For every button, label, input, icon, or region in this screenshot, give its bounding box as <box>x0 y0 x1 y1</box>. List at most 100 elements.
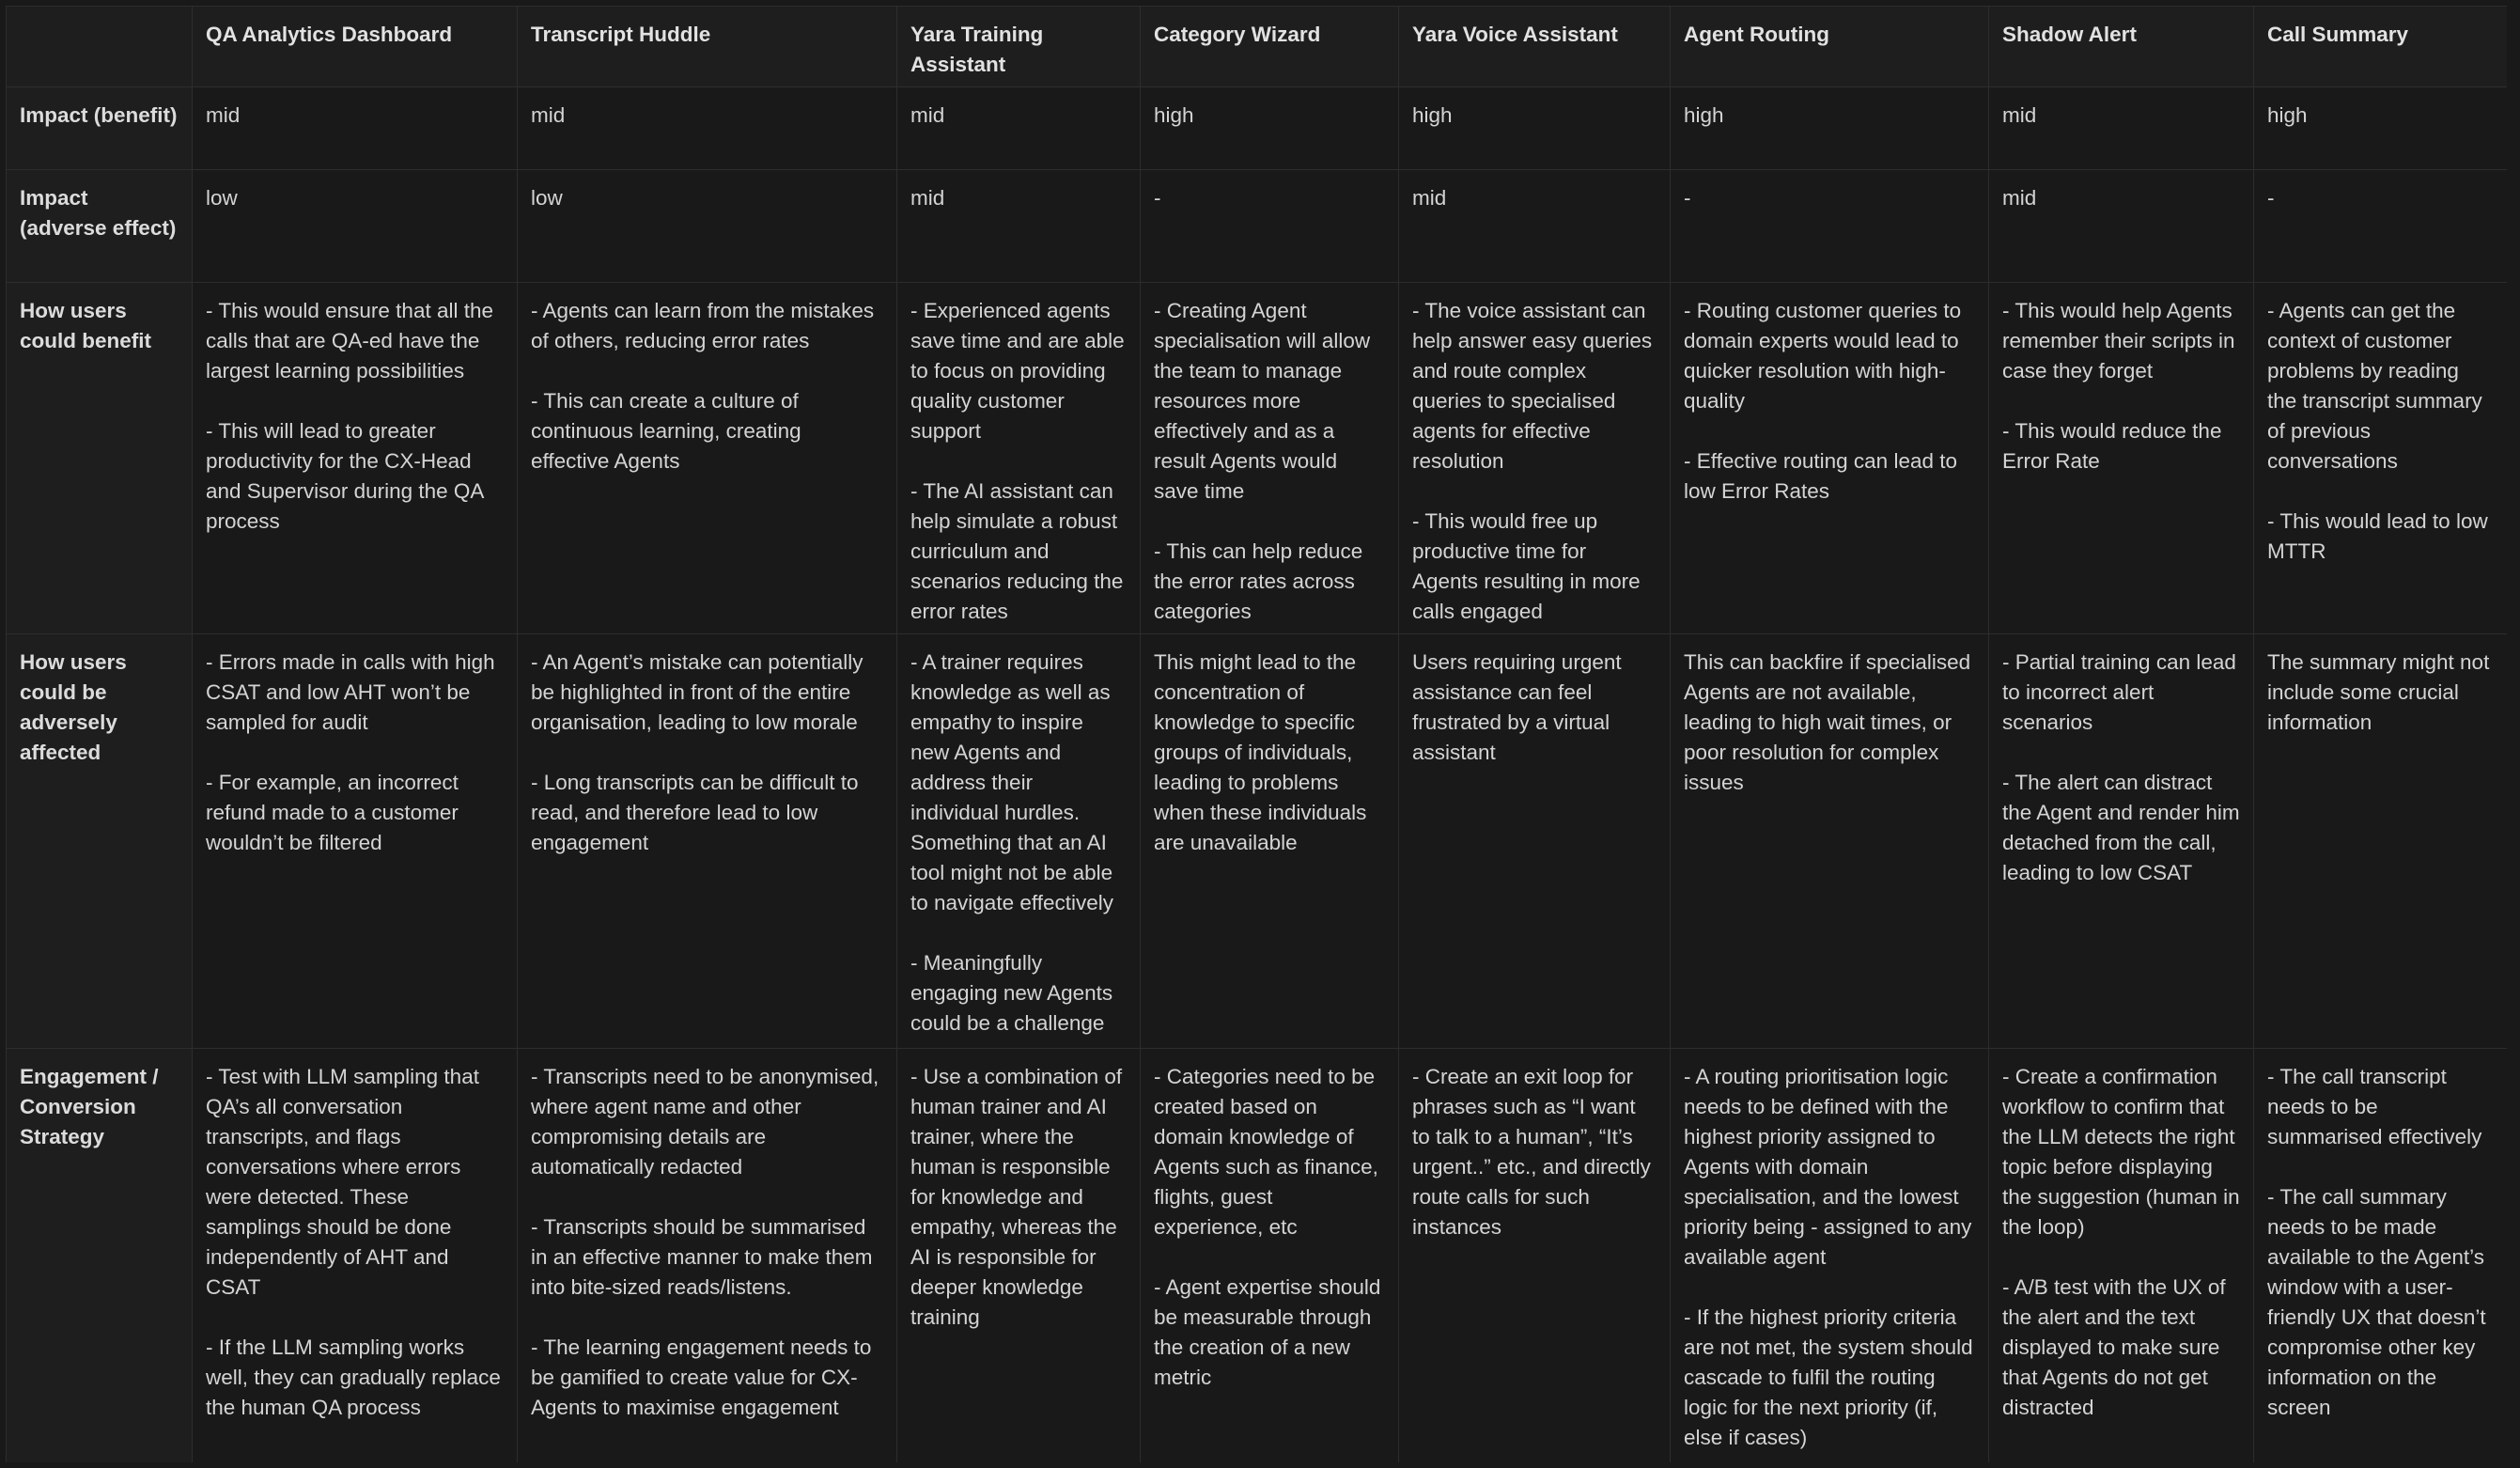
cell-paragraph: - Effective routing can lead to low Erro… <box>1684 449 1964 503</box>
header-row: QA Analytics Dashboard Transcript Huddle Y… <box>6 6 2507 87</box>
row-header: How users could benefit <box>6 282 193 634</box>
table-cell-call-summary: - <box>2253 169 2507 283</box>
table-cell-transcript-huddle: - Transcripts need to be anonymised, whe… <box>517 1048 897 1462</box>
cell-paragraph: - The AI assistant can help simulate a r… <box>910 479 1129 623</box>
cell-paragraph: - Create a confirmation workflow to conf… <box>2002 1065 2246 1239</box>
cell-paragraph: - Long transcripts can be difficult to r… <box>531 771 864 854</box>
cell-paragraph: The summary might not include some cruci… <box>2267 650 2496 734</box>
column-header-yara-voice-assistant: Yara Voice Assistant <box>1398 6 1671 87</box>
cell-paragraph: This might lead to the concentration of … <box>1154 650 1373 854</box>
cell-paragraph: - Transcripts need to be anonymised, whe… <box>531 1065 885 1179</box>
cell-paragraph: - Transcripts should be summarised in an… <box>531 1215 879 1299</box>
cell-paragraph: - This would lead to low MTTR <box>2267 509 2494 563</box>
cell-paragraph: - Agents can get the context of customer… <box>2267 299 2489 473</box>
table-cell-yara-training-assistant: - Use a combination of human trainer and… <box>896 1048 1141 1462</box>
cell-paragraph: mid <box>206 103 241 127</box>
cell-paragraph: - Categories need to be created based on… <box>1154 1065 1385 1239</box>
table-cell-yara-training-assistant: - A trainer requires knowledge as well a… <box>896 633 1141 1049</box>
cell-paragraph: - A trainer requires knowledge as well a… <box>910 650 1119 914</box>
table-cell-transcript-huddle: low <box>517 169 897 283</box>
table-cell-qa-analytics-dashboard: - This would ensure that all the calls t… <box>192 282 518 634</box>
cell-paragraph: - Agent expertise should be measurable t… <box>1154 1275 1387 1389</box>
table-cell-transcript-huddle: - Agents can learn from the mistakes of … <box>517 282 897 634</box>
table-cell-category-wizard: - <box>1140 169 1399 283</box>
cell-paragraph: mid <box>2002 186 2037 210</box>
row-header: Impact (adverse effect) <box>6 169 193 283</box>
table-cell-call-summary: - The call transcript needs to be summar… <box>2253 1048 2507 1462</box>
table-row-impact-benefit: Impact (benefit) mid mid mid high high high mid… <box>6 86 2507 170</box>
cell-paragraph: - <box>1154 186 1161 210</box>
cell-paragraph: - Partial training can lead to incorrect… <box>2002 650 2243 734</box>
cell-paragraph: low <box>531 186 563 210</box>
table-cell-call-summary: - Agents can get the context of customer… <box>2253 282 2507 634</box>
table-cell-shadow-alert: mid <box>1988 169 2254 283</box>
cell-paragraph: - The learning engagement needs to be ga… <box>531 1335 878 1419</box>
table-row-how-users-could-benefit: How users could benefit - This would ensu… <box>6 282 2507 634</box>
table-cell-call-summary: The summary might not include some cruci… <box>2253 633 2507 1049</box>
table-body: Impact (benefit) mid mid mid high high high mid… <box>6 86 2507 1462</box>
cell-paragraph: - This can help reduce the error rates a… <box>1154 539 1369 623</box>
column-header-transcript-huddle: Transcript Huddle <box>517 6 897 87</box>
column-header-call-summary: Call Summary <box>2253 6 2507 87</box>
cell-paragraph: - A routing prioritisation logic needs t… <box>1684 1065 1978 1269</box>
row-header: Impact (benefit) <box>6 86 193 170</box>
column-header-qa-analytics-dashboard: QA Analytics Dashboard <box>192 6 518 87</box>
cell-paragraph: - If the highest priority criteria are n… <box>1684 1305 1979 1449</box>
cell-paragraph: high <box>2267 103 2308 127</box>
cell-paragraph: mid <box>531 103 566 127</box>
cell-paragraph: low <box>206 186 238 210</box>
cell-paragraph: - If the LLM sampling works well, they c… <box>206 1335 507 1419</box>
table-cell-yara-voice-assistant: high <box>1398 86 1671 170</box>
table-row-engagement-conversion-strategy: Engagement / Conversion Strategy - Test w… <box>6 1048 2507 1462</box>
table-cell-transcript-huddle: mid <box>517 86 897 170</box>
table-cell-yara-training-assistant: - Experienced agents save time and are a… <box>896 282 1141 634</box>
table-cell-qa-analytics-dashboard: low <box>192 169 518 283</box>
cell-paragraph: mid <box>910 186 945 210</box>
cell-paragraph: This can backfire if specialised Agents … <box>1684 650 1976 794</box>
cell-paragraph: - For example, an incorrect refund made … <box>206 771 465 854</box>
cell-paragraph: - This would free up productive time for… <box>1412 509 1646 623</box>
table-cell-agent-routing: - A routing prioritisation logic needs t… <box>1670 1048 1989 1462</box>
cell-paragraph: mid <box>1412 186 1447 210</box>
cell-paragraph: - This would ensure that all the calls t… <box>206 299 500 383</box>
cell-paragraph: - Creating Agent specialisation will all… <box>1154 299 1377 503</box>
cell-paragraph: - The call summary needs to be made avai… <box>2267 1185 2492 1419</box>
table-cell-qa-analytics-dashboard: mid <box>192 86 518 170</box>
row-header: How users could be adversely affected <box>6 633 193 1049</box>
table-cell-agent-routing: - <box>1670 169 1989 283</box>
table-cell-agent-routing: - Routing customer queries to domain exp… <box>1670 282 1989 634</box>
cell-paragraph: high <box>1684 103 1724 127</box>
column-header-yara-training-assistant: Yara Training Assistant <box>896 6 1141 87</box>
table-cell-transcript-huddle: - An Agent’s mistake can potentially be … <box>517 633 897 1049</box>
table-cell-yara-voice-assistant: Users requiring urgent assistance can fe… <box>1398 633 1671 1049</box>
cell-paragraph: mid <box>910 103 945 127</box>
table-cell-yara-training-assistant: mid <box>896 86 1141 170</box>
table-cell-shadow-alert: - Create a confirmation workflow to conf… <box>1988 1048 2254 1462</box>
table-cell-shadow-alert: - Partial training can lead to incorrect… <box>1988 633 2254 1049</box>
cell-paragraph: - <box>2267 186 2275 210</box>
column-header-shadow-alert: Shadow Alert <box>1988 6 2254 87</box>
cell-paragraph: - Create an exit loop for phrases such a… <box>1412 1065 1657 1239</box>
column-header-agent-routing: Agent Routing <box>1670 6 1989 87</box>
cell-paragraph: - The alert can distract the Agent and r… <box>2002 771 2246 884</box>
table-row-how-users-could-be-adversely-affected: How users could be adversely affected - E… <box>6 633 2507 1049</box>
cell-paragraph: - A/B test with the UX of the alert and … <box>2002 1275 2232 1419</box>
cell-paragraph: high <box>1412 103 1453 127</box>
cell-paragraph: mid <box>2002 103 2037 127</box>
table-cell-qa-analytics-dashboard: - Errors made in calls with high CSAT an… <box>192 633 518 1049</box>
table-cell-yara-voice-assistant: - The voice assistant can help answer ea… <box>1398 282 1671 634</box>
cell-paragraph: - The voice assistant can help answer ea… <box>1412 299 1658 473</box>
cell-paragraph: high <box>1154 103 1194 127</box>
table-cell-shadow-alert: mid <box>1988 86 2254 170</box>
table-cell-category-wizard: high <box>1140 86 1399 170</box>
cell-paragraph: - An Agent’s mistake can potentially be … <box>531 650 869 734</box>
table-cell-category-wizard: This might lead to the concentration of … <box>1140 633 1399 1049</box>
cell-paragraph: - Meaningfully engaging new Agents could… <box>910 951 1119 1035</box>
cell-paragraph: - This will lead to greater productivity… <box>206 419 490 533</box>
cell-paragraph: - Use a combination of human trainer and… <box>910 1065 1128 1329</box>
comparison-table-container: QA Analytics Dashboard Transcript Huddle Y… <box>6 6 2507 1462</box>
table-cell-category-wizard: - Creating Agent specialisation will all… <box>1140 282 1399 634</box>
table-cell-yara-voice-assistant: - Create an exit loop for phrases such a… <box>1398 1048 1671 1462</box>
cell-paragraph: - This would help Agents remember their … <box>2002 299 2241 383</box>
table-cell-call-summary: high <box>2253 86 2507 170</box>
